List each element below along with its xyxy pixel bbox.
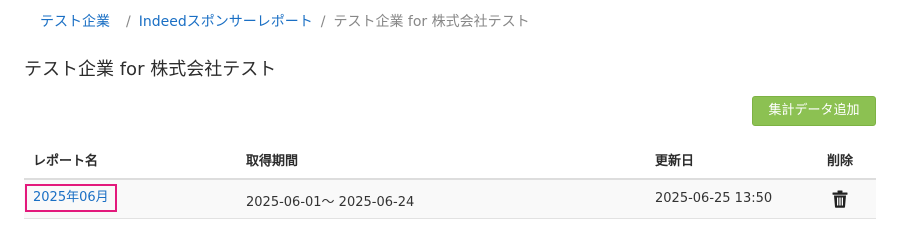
table-header: レポート名 取得期間 更新日 削除 [24, 140, 876, 180]
table-row: 2025年06月 2025-06-01～ 2025-06-24 2025-06-… [24, 180, 876, 219]
breadcrumb-indeed-report-link[interactable]: Indeedスポンサーレポート [139, 12, 313, 32]
report-table: レポート名 取得期間 更新日 削除 2025年06月 2025-06-01～ 2… [24, 140, 876, 219]
report-period: 2025-06-01～ 2025-06-24 [246, 195, 415, 210]
column-header-updated: 更新日 [655, 154, 695, 169]
add-aggregate-data-button[interactable]: 集計データ追加 [752, 96, 876, 126]
report-name-link[interactable]: 2025年06月 [25, 184, 117, 212]
breadcrumb: テスト企業 / Indeedスポンサーレポート / テスト企業 for 株式会社… [40, 12, 530, 32]
breadcrumb-company-link[interactable]: テスト企業 [40, 12, 110, 32]
breadcrumb-separator: / [126, 14, 131, 30]
trash-icon[interactable] [832, 190, 848, 208]
breadcrumb-separator: / [320, 14, 326, 30]
column-header-report-name: レポート名 [33, 154, 99, 169]
report-page: テスト企業 / Indeedスポンサーレポート / テスト企業 for 株式会社… [0, 0, 899, 243]
breadcrumb-current: テスト企業 for 株式会社テスト [333, 14, 530, 30]
column-header-delete: 削除 [827, 154, 854, 169]
report-updated-date: 2025-06-25 13:50 [655, 191, 773, 206]
page-title: テスト企業 for 株式会社テスト [24, 59, 277, 80]
column-header-period: 取得期間 [246, 154, 299, 169]
